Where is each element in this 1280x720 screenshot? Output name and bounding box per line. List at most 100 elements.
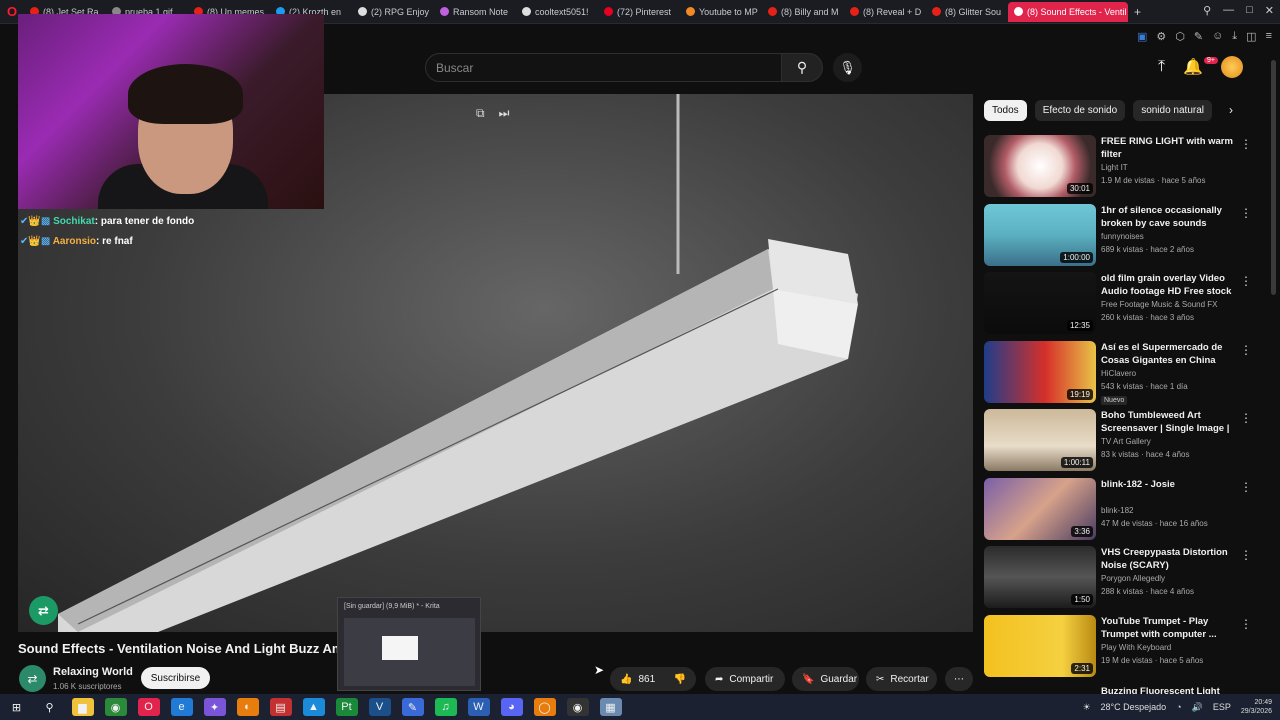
video-thumbnail[interactable]: 1:00:11 — [984, 409, 1096, 471]
browser-tab[interactable]: Ransom Note — [434, 2, 516, 22]
recommendation-channel[interactable]: Porygon Allegedly — [1101, 574, 1165, 583]
recommendation-channel[interactable]: Light IT — [1101, 163, 1128, 172]
notepad-icon[interactable]: ▦ — [599, 698, 622, 716]
chrome-icon[interactable]: ◉ — [104, 698, 127, 716]
extension-icon[interactable]: ☺ — [1212, 30, 1223, 43]
tab-active[interactable]: (8) Sound Effects - Ventil — [1008, 1, 1128, 22]
recommendation-title[interactable]: FREE RING LIGHT with warm filter — [1101, 135, 1233, 161]
channel-avatar[interactable]: ⇄ — [19, 665, 46, 692]
opera-icon[interactable]: O — [137, 698, 160, 716]
word-icon[interactable]: W — [467, 698, 490, 716]
recommendation-item[interactable]: 12:35 old film grain overlay Video Audio … — [984, 272, 1264, 336]
recommendation-item[interactable]: 1:00:00 1hr of silence occasionally broke… — [984, 203, 1264, 268]
obs-icon[interactable]: ◉ — [566, 698, 589, 716]
more-options-icon[interactable]: ⋮ — [1240, 617, 1252, 631]
recommendation-title[interactable]: Así es el Supermercado de Cosas Gigantes… — [1101, 341, 1233, 367]
recommendation-title[interactable]: YouTube Trumpet - Play Trumpet with comp… — [1101, 615, 1233, 641]
more-options-icon[interactable]: ⋮ — [1240, 548, 1252, 562]
photos-icon[interactable]: ▲ — [302, 698, 325, 716]
edge-icon[interactable]: e — [170, 698, 193, 716]
spotify-icon[interactable]: ♫ — [434, 698, 457, 716]
windows-start-icon[interactable]: ⊞ — [6, 698, 28, 716]
video-thumbnail[interactable]: 1:50 — [984, 546, 1096, 608]
video-thumbnail[interactable]: 1:00:00 — [984, 203, 1096, 266]
recommendation-item[interactable]: 1:50 VHS Creepypasta Distortion Noise (SC… — [984, 546, 1264, 610]
recommendation-title[interactable]: VHS Creepypasta Distortion Noise (SCARY) — [1101, 546, 1233, 572]
recommendation-title[interactable]: Boho Tumbleweed Art Screensaver | Single… — [1101, 409, 1233, 435]
file-explorer-icon[interactable]: ▆ — [71, 698, 94, 716]
recommendation-channel[interactable]: blink-182 — [1101, 506, 1133, 515]
maximize-icon[interactable]: □ — [1246, 4, 1253, 17]
video-thumbnail[interactable]: 3:36 — [984, 477, 1096, 540]
app3-icon[interactable]: ◯ — [533, 698, 556, 716]
save-button[interactable]: 🔖 Guardar — [792, 667, 859, 691]
channel-watermark-icon[interactable]: ⇄ — [29, 596, 58, 625]
video-thumbnail[interactable]: 2:31 — [984, 614, 1096, 677]
new-tab-button[interactable]: + — [1128, 5, 1147, 19]
network-icon[interactable]: ◔ — [1176, 702, 1181, 712]
clip-button[interactable]: ✂ Recortar — [866, 667, 937, 691]
browser-tab[interactable]: (8) Reveal + D — [844, 2, 926, 22]
upload-icon[interactable]: ⤒ — [1158, 58, 1165, 76]
filter-chip[interactable]: sonido natural — [1133, 100, 1213, 121]
filter-chip[interactable]: Efecto de sonido — [1034, 100, 1126, 121]
camera-icon[interactable]: ◫ — [1246, 30, 1256, 43]
extension-icon[interactable]: ▣ — [1137, 30, 1147, 43]
browser-tab[interactable]: Youtube to MP — [680, 2, 762, 22]
miniplayer-icon[interactable]: ⧉ — [476, 106, 485, 121]
more-options-icon[interactable]: ⋮ — [1240, 206, 1252, 220]
close-icon[interactable]: ✕ — [1265, 4, 1274, 17]
share-button[interactable]: ➦ Compartir — [705, 667, 785, 691]
filter-chip[interactable]: Todos — [984, 100, 1027, 121]
video-thumbnail[interactable]: 12:35 — [984, 272, 1096, 334]
browser-tab[interactable]: (8) Glitter Sou — [926, 2, 1008, 22]
browser-tab[interactable]: cooltext5051! — [516, 2, 598, 22]
app2-icon[interactable]: ▤ — [269, 698, 292, 716]
bell-icon[interactable]: 🔔 — [1183, 57, 1203, 77]
app-icon[interactable]: ✦ — [203, 698, 226, 716]
search-input[interactable]: Buscar — [425, 53, 782, 82]
account-avatar[interactable] — [1221, 56, 1243, 78]
more-actions-button[interactable]: ⋯ — [945, 667, 973, 691]
download-icon[interactable]: ⤓ — [1232, 30, 1237, 43]
browser-tab[interactable]: (72) Pinterest — [598, 2, 680, 22]
more-options-icon[interactable]: ⋮ — [1240, 411, 1252, 425]
video-thumbnail[interactable]: 19:19 — [984, 340, 1096, 403]
recommendation-item[interactable]: 2:31 YouTube Trumpet - Play Trumpet with … — [984, 614, 1264, 679]
menu-icon[interactable]: ≡ — [1266, 30, 1272, 43]
weather-text[interactable]: 28°C Despejado — [1101, 702, 1167, 712]
extension-icon[interactable]: ⚙ — [1156, 30, 1166, 43]
more-options-icon[interactable]: ⋮ — [1240, 137, 1252, 151]
recommendation-title[interactable]: blink-182 - Josie — [1101, 478, 1233, 491]
recommendation-channel[interactable]: HiClavero — [1101, 369, 1136, 378]
page-scrollbar[interactable] — [1271, 60, 1276, 295]
more-options-icon[interactable]: ⋮ — [1240, 343, 1252, 357]
recommendation-item[interactable]: 30:01 FREE RING LIGHT with warm filter Lig… — [984, 135, 1264, 199]
visual-studio-icon[interactable]: V — [368, 698, 391, 716]
search-button[interactable]: ⚲ — [781, 53, 823, 82]
like-button[interactable]: 👍 861 — [620, 674, 655, 685]
more-options-icon[interactable]: ⋮ — [1240, 274, 1252, 288]
extension-icon[interactable]: ✎ — [1194, 30, 1203, 43]
krita-icon[interactable]: ✎ — [401, 698, 424, 716]
recommendation-item[interactable]: 19:19 Así es el Supermercado de Cosas Gig… — [984, 340, 1264, 405]
skip-next-icon[interactable]: ⏭ — [499, 106, 510, 121]
dislike-button[interactable]: 👎 — [674, 674, 686, 685]
extension-icon[interactable]: ⬡ — [1175, 30, 1185, 43]
recommendation-channel[interactable]: Play With Keyboard — [1101, 643, 1171, 652]
recommendation-item[interactable]: 1:00:11 Boho Tumbleweed Art Screensaver |… — [984, 409, 1264, 473]
blender-icon[interactable]: ◐ — [236, 698, 259, 716]
search-icon[interactable]: ⚲ — [39, 698, 61, 716]
discord-icon[interactable]: ◕ — [500, 698, 523, 716]
more-options-icon[interactable]: ⋮ — [1240, 480, 1252, 494]
subscribe-button[interactable]: Suscribirse — [141, 667, 210, 689]
video-thumbnail[interactable]: 30:01 — [984, 135, 1096, 197]
browser-tab[interactable]: (8) Billy and M — [762, 2, 844, 22]
language-indicator[interactable]: ESP — [1213, 702, 1231, 712]
minimize-icon[interactable]: — — [1223, 4, 1234, 17]
system-clock[interactable]: 20:49 29/3/2026 — [1241, 698, 1272, 716]
recommendation-channel[interactable]: TV Art Gallery — [1101, 437, 1151, 446]
browser-tab[interactable]: (2) RPG Enjoy — [352, 2, 434, 22]
voice-search-button[interactable]: 🎙 — [833, 53, 862, 82]
search-tabs-icon[interactable]: ⚲ — [1203, 4, 1211, 17]
